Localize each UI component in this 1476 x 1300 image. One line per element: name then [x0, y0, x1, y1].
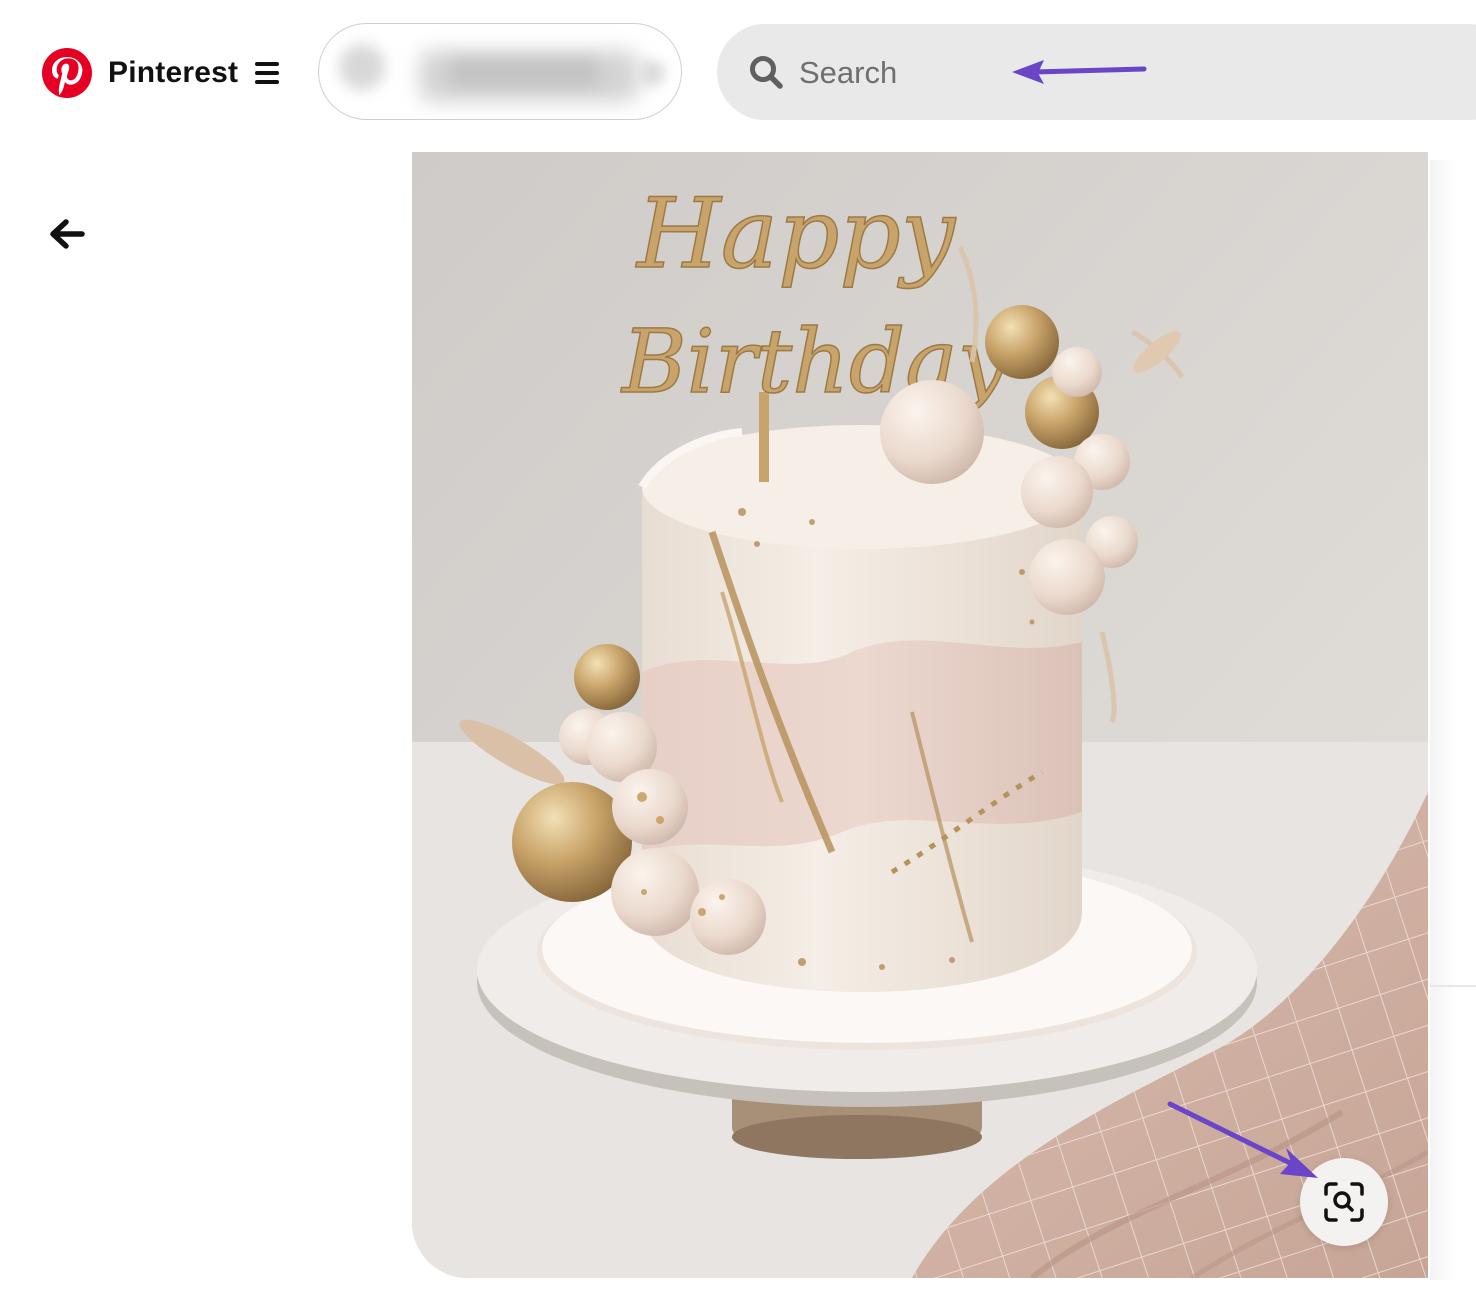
cake-topper-line1: Happy — [635, 178, 957, 290]
account-switcher-blurred[interactable] — [318, 23, 682, 120]
visual-search-button[interactable] — [1300, 1158, 1388, 1246]
back-arrow-icon — [50, 219, 85, 249]
pinterest-logo-icon — [42, 48, 92, 98]
home-logo-link[interactable]: Pinterest — [42, 48, 280, 98]
brand-name: Pinterest — [108, 56, 239, 89]
back-button[interactable] — [36, 204, 96, 264]
search-icon — [750, 56, 783, 89]
search-bar[interactable] — [717, 24, 1476, 120]
avatar — [339, 44, 385, 90]
divider — [1430, 985, 1476, 987]
chevron-down-icon — [639, 60, 665, 86]
visual-search-icon — [1324, 1182, 1364, 1222]
menu-icon[interactable] — [255, 62, 280, 84]
search-input[interactable] — [797, 42, 1361, 104]
cake-photo: Happy Birthday — [412, 152, 1428, 1278]
top-navigation-bar: Pinterest — [0, 0, 1476, 150]
pin-image[interactable]: Happy Birthday — [412, 152, 1428, 1278]
